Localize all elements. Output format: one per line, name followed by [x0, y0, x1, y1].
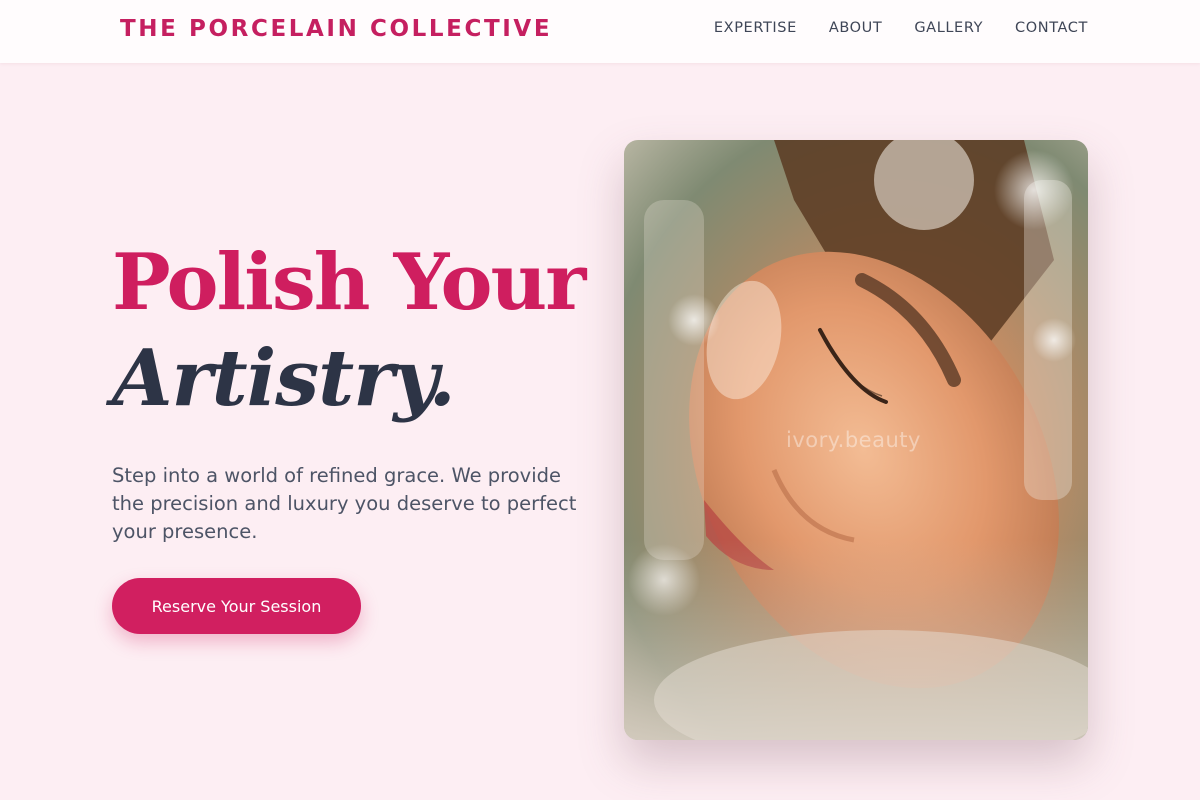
hero-title-line1: Polish Your: [112, 237, 586, 328]
nav-link-gallery[interactable]: GALLERY: [914, 20, 983, 36]
hero-description: Step into a world of refined grace. We p…: [112, 464, 577, 543]
reserve-session-button[interactable]: Reserve Your Session: [112, 578, 361, 634]
nav-link-expertise[interactable]: EXPERTISE: [714, 20, 797, 36]
hero-title-line2: Artistry.: [112, 333, 456, 424]
brand-logo[interactable]: THE PORCELAIN COLLECTIVE: [120, 16, 552, 42]
top-navbar: THE PORCELAIN COLLECTIVE EXPERTISE ABOUT…: [0, 0, 1200, 63]
image-watermark: ivory.beauty: [786, 428, 921, 452]
nav-link-contact[interactable]: CONTACT: [1015, 20, 1088, 36]
nav-link-about[interactable]: ABOUT: [829, 20, 883, 36]
hero-title: Polish Your Artistry.: [112, 237, 586, 424]
hero-portrait-image: ivory.beauty: [624, 140, 1088, 740]
nav-links: EXPERTISE ABOUT GALLERY CONTACT: [714, 20, 1088, 36]
